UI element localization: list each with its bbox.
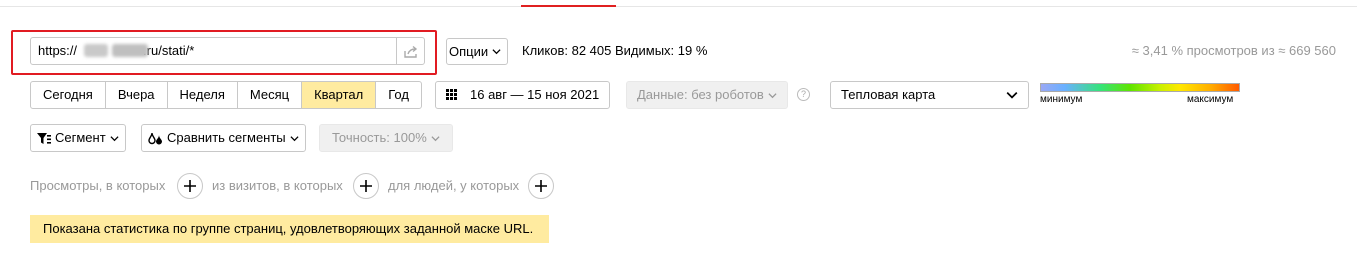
chevron-down-icon bbox=[290, 135, 299, 141]
add-visits-condition-button[interactable] bbox=[353, 173, 379, 199]
chevron-down-icon bbox=[768, 92, 777, 98]
plus-icon bbox=[360, 180, 372, 192]
compare-segments-button[interactable]: Сравнить сегменты bbox=[141, 124, 306, 152]
visible-stat: Видимых: 19 % bbox=[615, 43, 708, 58]
url-prefix: https:// bbox=[38, 43, 78, 58]
views-condition-label: Просмотры, в которых bbox=[30, 178, 166, 193]
compare-segments-label: Сравнить сегменты bbox=[167, 130, 286, 145]
options-label: Опции bbox=[449, 43, 489, 59]
active-tab-indicator bbox=[521, 5, 616, 7]
add-people-condition-button[interactable] bbox=[528, 173, 554, 199]
visits-condition-label: из визитов, в которых bbox=[212, 178, 343, 193]
add-views-condition-button[interactable] bbox=[177, 173, 203, 199]
heatmap-type-label: Тепловая карта bbox=[841, 87, 936, 102]
segment-label: Сегмент bbox=[55, 130, 106, 145]
chevron-down-icon bbox=[431, 135, 440, 141]
chevron-down-icon bbox=[1006, 92, 1018, 99]
options-dropdown[interactable]: Опции bbox=[446, 38, 509, 65]
chevron-down-icon bbox=[492, 49, 501, 55]
data-filter-dropdown[interactable]: Данные: без роботов bbox=[626, 81, 788, 109]
legend-min-label: минимум bbox=[1040, 94, 1083, 105]
url-suffix: .ru/stati/* bbox=[143, 43, 195, 58]
people-condition-label: для людей, у которых bbox=[388, 178, 520, 193]
segment-button[interactable]: Сегмент bbox=[30, 124, 126, 152]
period-option[interactable]: Квартал bbox=[302, 82, 377, 108]
period-option[interactable]: Сегодня bbox=[31, 82, 106, 108]
compare-icon bbox=[148, 132, 162, 144]
calendar-icon bbox=[446, 89, 457, 100]
period-option[interactable]: Месяц bbox=[238, 82, 303, 108]
top-divider bbox=[0, 6, 1357, 7]
heatmap-type-select[interactable]: Тепловая карта bbox=[830, 81, 1029, 109]
share-icon bbox=[404, 45, 418, 58]
clicks-stat: Кликов: 82 405 bbox=[522, 43, 612, 58]
period-option[interactable]: Год bbox=[376, 82, 421, 108]
url-mask-notice: Показана статистика по группе страниц, у… bbox=[30, 215, 549, 243]
plus-icon bbox=[535, 180, 547, 192]
share-url-button[interactable] bbox=[396, 38, 425, 64]
heatmap-legend-gradient bbox=[1040, 83, 1240, 92]
help-icon[interactable]: ? bbox=[797, 88, 810, 101]
period-option[interactable]: Вчера bbox=[106, 82, 168, 108]
accuracy-label: Точность: 100% bbox=[332, 130, 427, 145]
date-range-label: 16 авг — 15 ноя 2021 bbox=[470, 87, 600, 102]
redacted-domain-part bbox=[84, 44, 108, 57]
legend-max-label: максимум bbox=[1187, 94, 1234, 105]
filter-icon bbox=[37, 132, 51, 144]
chevron-down-icon bbox=[110, 135, 119, 141]
plus-icon bbox=[184, 180, 196, 192]
views-stat: ≈ 3,41 % просмотров из ≈ 669 560 bbox=[1131, 43, 1336, 58]
period-option[interactable]: Неделя bbox=[168, 82, 238, 108]
accuracy-dropdown[interactable]: Точность: 100% bbox=[319, 124, 453, 152]
period-selector: Сегодня Вчера Неделя Месяц Квартал Год bbox=[30, 81, 422, 109]
redacted-domain-part bbox=[112, 44, 148, 57]
data-filter-label: Данные: без роботов bbox=[637, 87, 764, 102]
date-range-picker[interactable]: 16 авг — 15 ноя 2021 bbox=[435, 81, 611, 109]
